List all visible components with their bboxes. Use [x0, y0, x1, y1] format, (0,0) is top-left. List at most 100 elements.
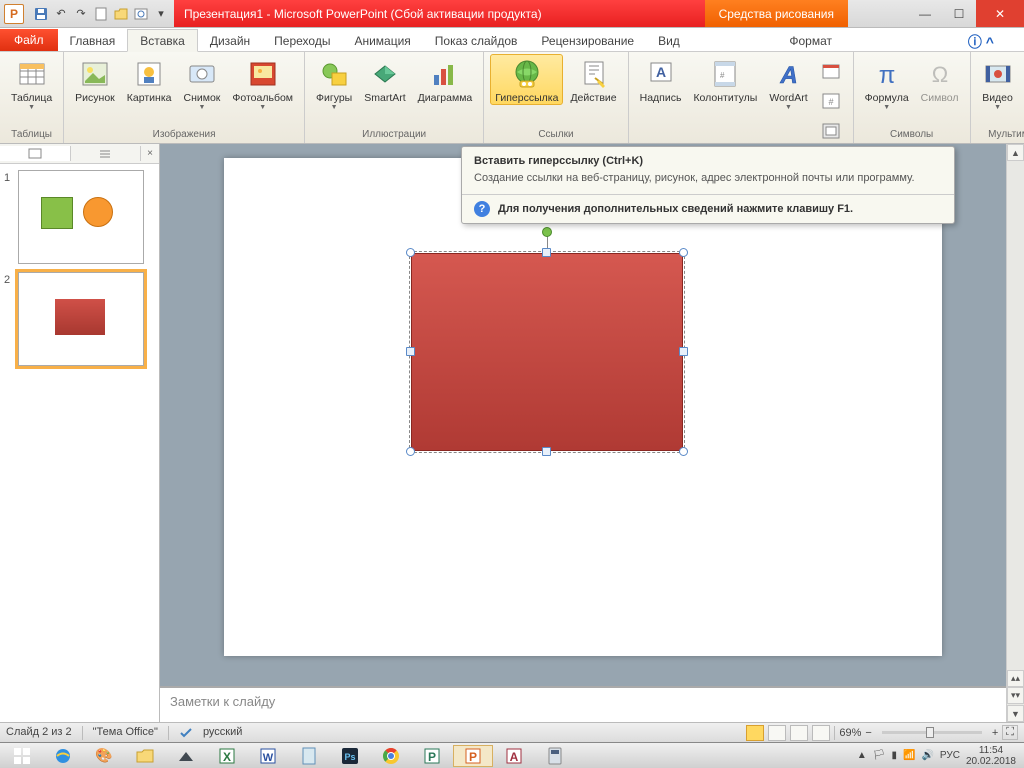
- thumbnail-tab-slides[interactable]: [0, 146, 71, 161]
- vertical-scrollbar[interactable]: ▲ ▴▴ ▾▾ ▼: [1006, 144, 1024, 722]
- taskbar-calc[interactable]: [535, 745, 575, 767]
- taskbar-app1[interactable]: [166, 745, 206, 767]
- headerfooter-button[interactable]: #Колонтитулы: [688, 54, 762, 105]
- date-button[interactable]: [815, 56, 847, 85]
- zoom-slider[interactable]: [882, 731, 982, 734]
- tab-view[interactable]: Вид: [646, 30, 692, 51]
- taskbar-paint[interactable]: 🎨: [84, 745, 124, 767]
- qat-dropdown-icon[interactable]: ▾: [152, 5, 170, 23]
- tray-language[interactable]: РУС: [940, 750, 960, 761]
- table-button[interactable]: Таблица▼: [6, 54, 57, 112]
- taskbar-publisher[interactable]: P: [412, 745, 452, 767]
- audio-button[interactable]: Звук▼: [1021, 54, 1024, 112]
- slide-canvas[interactable]: [224, 158, 942, 656]
- scroll-down-icon[interactable]: ▼: [1007, 705, 1024, 722]
- thumbnail-close-icon[interactable]: ×: [141, 148, 159, 159]
- slidenumber-button[interactable]: #: [815, 86, 847, 115]
- svg-text:W: W: [263, 752, 274, 764]
- picture-button[interactable]: Рисунок: [70, 54, 120, 105]
- action-button[interactable]: Действие: [565, 54, 621, 105]
- tray-clock[interactable]: 11:5420.02.2018: [966, 745, 1016, 767]
- svg-text:A: A: [655, 64, 665, 80]
- tooltip-body: Создание ссылки на веб-страницу, рисунок…: [462, 171, 954, 194]
- taskbar-ie[interactable]: [43, 745, 83, 767]
- slide-thumbnail-1[interactable]: 1: [4, 170, 155, 264]
- save-icon[interactable]: [32, 5, 50, 23]
- undo-icon[interactable]: ↶: [52, 5, 70, 23]
- zoom-in-button[interactable]: +: [992, 727, 998, 739]
- tab-design[interactable]: Дизайн: [198, 30, 262, 51]
- app-icon[interactable]: P: [4, 4, 24, 24]
- new-icon[interactable]: [92, 5, 110, 23]
- taskbar-chrome[interactable]: [371, 745, 411, 767]
- screenshot-button[interactable]: Снимок▼: [178, 54, 225, 112]
- taskbar-photoshop[interactable]: Ps: [330, 745, 370, 767]
- tab-animation[interactable]: Анимация: [342, 30, 422, 51]
- slide-thumbnail-2[interactable]: 2: [4, 272, 155, 366]
- prev-slide-icon[interactable]: ▴▴: [1007, 670, 1024, 687]
- redo-icon[interactable]: ↷: [72, 5, 90, 23]
- scroll-up-icon[interactable]: ▲: [1007, 144, 1024, 161]
- taskbar-excel[interactable]: X: [207, 745, 247, 767]
- equation-button[interactable]: πФормула▼: [860, 54, 914, 112]
- notes-pane[interactable]: Заметки к слайду: [160, 686, 1006, 722]
- slideshow-view-button[interactable]: [812, 725, 830, 741]
- tab-file[interactable]: Файл: [0, 29, 58, 51]
- resize-handle-br[interactable]: [679, 447, 688, 456]
- wordart-button[interactable]: AWordArt▼: [764, 54, 812, 112]
- clipart-button[interactable]: Картинка: [122, 54, 177, 105]
- tab-format[interactable]: Формат: [777, 30, 844, 51]
- minimize-button[interactable]: —: [908, 0, 942, 27]
- taskbar-notepad[interactable]: [289, 745, 329, 767]
- resize-handle-b[interactable]: [542, 447, 551, 456]
- maximize-button[interactable]: ☐: [942, 0, 976, 27]
- spellcheck-icon[interactable]: [179, 726, 193, 740]
- preview-icon[interactable]: [132, 5, 150, 23]
- taskbar-powerpoint[interactable]: P: [453, 745, 493, 767]
- reading-view-button[interactable]: [790, 725, 808, 741]
- tray-up-icon[interactable]: ▲: [857, 750, 867, 761]
- rectangle-shape[interactable]: [411, 253, 683, 451]
- tab-home[interactable]: Главная: [58, 30, 128, 51]
- resize-handle-bl[interactable]: [406, 447, 415, 456]
- textbox-button[interactable]: AНадпись: [635, 54, 687, 105]
- thumbnail-tab-outline[interactable]: [71, 146, 142, 161]
- resize-handle-l[interactable]: [406, 347, 415, 356]
- tray-battery-icon[interactable]: ▮: [891, 750, 897, 761]
- zoom-percent[interactable]: 69%: [839, 727, 861, 739]
- shapes-button[interactable]: Фигуры▼: [311, 54, 357, 112]
- hyperlink-button[interactable]: Гиперссылка: [490, 54, 563, 105]
- tray-sound-icon[interactable]: 🔊: [921, 750, 933, 761]
- taskbar-explorer[interactable]: [125, 745, 165, 767]
- tray-flag-icon[interactable]: 🏳: [873, 750, 886, 761]
- normal-view-button[interactable]: [746, 725, 764, 741]
- help-icon[interactable]: ⓘ ^: [968, 32, 994, 52]
- open-icon[interactable]: [112, 5, 130, 23]
- next-slide-icon[interactable]: ▾▾: [1007, 687, 1024, 704]
- symbol-button[interactable]: ΩСимвол: [916, 54, 964, 105]
- close-button[interactable]: ✕: [976, 0, 1024, 27]
- tray-network-icon[interactable]: 📶: [903, 750, 915, 761]
- zoom-out-button[interactable]: −: [865, 727, 871, 739]
- tab-review[interactable]: Рецензирование: [529, 30, 646, 51]
- start-button[interactable]: [2, 745, 42, 767]
- sorter-view-button[interactable]: [768, 725, 786, 741]
- smartart-button[interactable]: SmartArt: [359, 54, 410, 105]
- taskbar-access[interactable]: A: [494, 745, 534, 767]
- resize-handle-tl[interactable]: [406, 248, 415, 257]
- selected-shape[interactable]: [411, 253, 683, 451]
- tab-slideshow[interactable]: Показ слайдов: [423, 30, 530, 51]
- tab-transitions[interactable]: Переходы: [262, 30, 342, 51]
- status-language[interactable]: русский: [203, 726, 242, 740]
- resize-handle-tr[interactable]: [679, 248, 688, 257]
- fit-window-button[interactable]: ⛶: [1002, 725, 1018, 740]
- video-button[interactable]: Видео▼: [977, 54, 1019, 112]
- photoalbum-button[interactable]: Фотоальбом▼: [227, 54, 298, 112]
- resize-handle-r[interactable]: [679, 347, 688, 356]
- resize-handle-t[interactable]: [542, 248, 551, 257]
- object-button[interactable]: [815, 116, 847, 145]
- rotate-handle[interactable]: [542, 227, 552, 237]
- tab-insert[interactable]: Вставка: [127, 29, 198, 52]
- chart-button[interactable]: Диаграмма: [413, 54, 478, 105]
- taskbar-word[interactable]: W: [248, 745, 288, 767]
